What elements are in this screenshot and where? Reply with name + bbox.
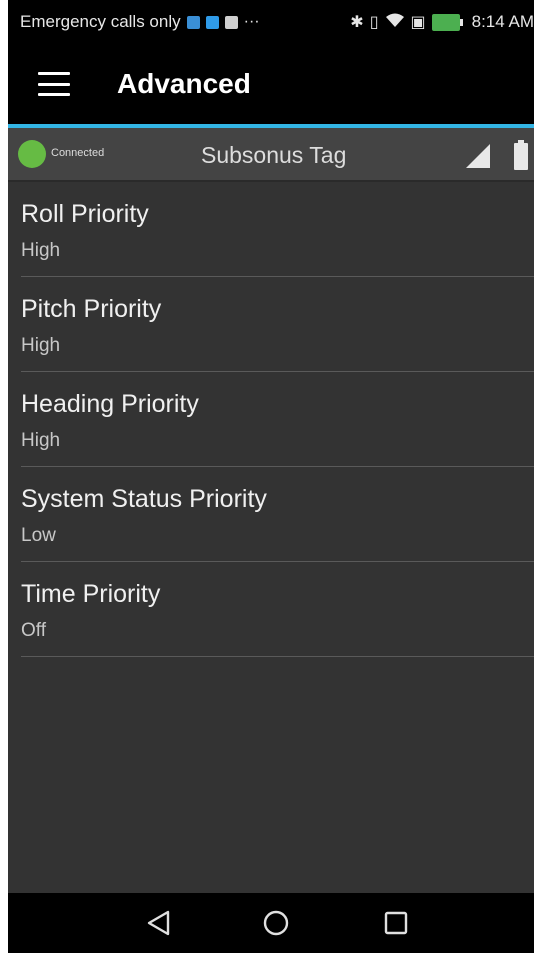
navigation-bar <box>8 893 534 953</box>
phone-screen: Emergency calls only ··· ✱ ▯ ▣ 8:14 AM A… <box>8 0 534 953</box>
notification-icon <box>205 15 219 29</box>
setting-system-status-priority[interactable]: System Status Priority Low <box>21 467 534 562</box>
menu-line <box>38 82 70 86</box>
setting-value: High <box>21 335 61 356</box>
wifi-icon <box>385 12 405 33</box>
setting-value: High <box>21 430 61 451</box>
recent-apps-icon[interactable] <box>380 907 412 939</box>
signal-strength-icon <box>466 144 490 168</box>
battery-charging-icon <box>431 13 463 31</box>
vibrate-icon: ▯ <box>369 14 379 31</box>
notification-icon <box>224 15 238 29</box>
setting-title: Roll Priority <box>21 200 149 228</box>
menu-line <box>38 72 70 75</box>
battery-icon <box>514 140 528 170</box>
setting-value: Off <box>21 620 46 641</box>
notification-icon <box>186 15 200 29</box>
status-bar: Emergency calls only ··· ✱ ▯ ▣ 8:14 AM <box>8 0 534 44</box>
setting-heading-priority[interactable]: Heading Priority High <box>21 372 534 467</box>
connection-status-label: Connected <box>51 147 105 159</box>
device-header: Connected Subsonus Tag <box>8 128 534 182</box>
setting-title: Pitch Priority <box>21 295 162 323</box>
connection-status-indicator <box>18 140 46 168</box>
setting-roll-priority[interactable]: Roll Priority High <box>21 182 534 277</box>
app-bar: Advanced <box>8 44 534 124</box>
nfc-icon: ▣ <box>410 14 426 31</box>
bluetooth-icon: ✱ <box>350 14 364 31</box>
setting-value: Low <box>21 525 56 546</box>
setting-title: System Status Priority <box>21 485 267 513</box>
hamburger-menu-icon[interactable] <box>38 72 70 96</box>
carrier-text: Emergency calls only <box>20 12 181 31</box>
more-notifications-icon: ··· <box>243 13 260 30</box>
settings-list: Roll Priority High Pitch Priority High H… <box>8 182 534 893</box>
back-icon[interactable] <box>144 907 176 939</box>
setting-title: Time Priority <box>21 580 161 608</box>
page-title: Advanced <box>117 68 251 99</box>
menu-line <box>38 93 70 96</box>
home-icon[interactable] <box>260 907 292 939</box>
setting-pitch-priority[interactable]: Pitch Priority High <box>21 277 534 372</box>
setting-time-priority[interactable]: Time Priority Off <box>21 562 534 657</box>
setting-value: High <box>21 240 61 261</box>
device-name: Subsonus Tag <box>201 142 347 168</box>
status-right: ✱ ▯ ▣ 8:14 AM <box>350 0 534 44</box>
clock: 8:14 AM <box>471 12 534 31</box>
setting-title: Heading Priority <box>21 390 199 418</box>
status-left: Emergency calls only ··· <box>8 12 260 32</box>
